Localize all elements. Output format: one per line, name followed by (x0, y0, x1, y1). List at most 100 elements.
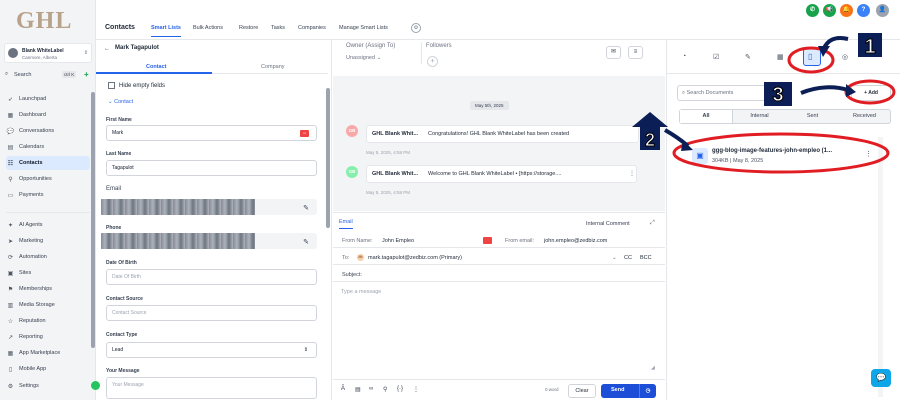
tab-all[interactable]: All (680, 110, 733, 123)
notes-pen-icon[interactable]: ✎ (745, 53, 751, 61)
checkbox[interactable] (108, 82, 115, 89)
clear-button[interactable]: Clear (568, 384, 596, 398)
left-panel-scrollbar[interactable] (91, 92, 95, 348)
chat-widget-icon[interactable]: 💬 (871, 369, 891, 387)
message-bubble[interactable]: GHL Blank Whit... Welcome to GHL Blank W… (366, 165, 637, 183)
tab-internal[interactable]: Internal (733, 110, 786, 123)
sidebar-item-launchpad[interactable]: ➶ Launchpad (6, 92, 90, 106)
sidebar-item-ai-agents[interactable]: ✦ AI Agents (6, 218, 90, 232)
tab-smart-lists[interactable]: Smart Lists (151, 25, 181, 37)
more-dots-icon[interactable]: ⋮ (865, 150, 872, 158)
activity-icon[interactable]: ◔ (682, 53, 686, 60)
send-button[interactable]: Send ◷ (601, 384, 656, 398)
document-search-input[interactable]: ⌕ Search Documents (677, 85, 776, 101)
sidebar-item-marketing[interactable]: ➤ Marketing (6, 234, 90, 248)
payments-icon[interactable]: ◎ (842, 53, 848, 61)
megaphone-icon[interactable]: 📢 (823, 4, 836, 17)
tab-internal-comment[interactable]: Internal Comment (586, 221, 630, 227)
owner-select[interactable]: Unassigned ⌄ (346, 55, 381, 61)
tab-received[interactable]: Received (838, 110, 891, 123)
tasks-check-icon[interactable]: ☑ (713, 53, 719, 61)
edit-pencil-icon[interactable]: ✎ (303, 202, 309, 216)
chevron-down-icon[interactable]: ⌄ (612, 255, 617, 261)
brand-logo[interactable]: GHL (16, 8, 72, 35)
section-contact-header[interactable]: ⌄ Contact (108, 99, 133, 105)
last-name-field[interactable]: Tagapulot (106, 160, 317, 176)
tab-companies[interactable]: Companies (298, 25, 326, 31)
edit-pencil-icon[interactable]: ✎ (303, 236, 309, 250)
from-email-value[interactable]: john.empleo@zedbiz.com (544, 238, 607, 244)
custom-values-icon[interactable]: {·} (397, 386, 403, 392)
sidebar-item-memberships[interactable]: ⚑ Memberships (6, 282, 90, 296)
add-follower-icon[interactable]: + (427, 56, 438, 67)
tab-email[interactable]: Email (339, 219, 353, 229)
contact-source-field[interactable]: Contact Source (106, 305, 317, 321)
help-icon[interactable]: ? (857, 4, 870, 17)
payments-icon: ▭ (7, 192, 14, 199)
subject-row[interactable]: Subject: (333, 269, 665, 282)
sidebar-item-mobile-app[interactable]: ▯ Mobile App (6, 362, 90, 376)
sidebar-item-calendars[interactable]: ▤ Calendars (6, 140, 90, 154)
sidebar-item-reporting[interactable]: ↗ Reporting (6, 330, 90, 344)
sidebar-item-dashboard[interactable]: ▦ Dashboard (6, 108, 90, 122)
more-dots-icon[interactable]: ⋮ (629, 170, 635, 177)
bcc-button[interactable]: BCC (640, 255, 652, 261)
filter-icon[interactable]: ≡ (628, 46, 643, 59)
your-message-field[interactable]: Your Message (106, 377, 317, 399)
tab-company[interactable]: Company (261, 64, 285, 70)
message-bubble[interactable]: GHL Blank Whit... Congratulations! GHL B… (366, 125, 639, 143)
contact-type-select[interactable]: Lead ⇕ (106, 342, 317, 358)
resize-handle-icon[interactable]: ◢ (651, 365, 655, 371)
attachment-icon[interactable]: ⚲ (383, 386, 387, 393)
sidebar-item-payments[interactable]: ▭ Payments (6, 188, 90, 202)
sidebar-item-opportunities[interactable]: ⚲ Opportunities (6, 172, 90, 186)
add-document-button[interactable]: + Add (851, 85, 891, 101)
tab-contact[interactable]: Contact (146, 64, 166, 70)
documents-scrollbar[interactable] (878, 137, 883, 397)
tab-tasks[interactable]: Tasks (271, 25, 285, 31)
back-arrow-icon[interactable]: ← (104, 46, 110, 52)
quick-add-icon[interactable]: + (84, 70, 89, 79)
sidebar-item-settings[interactable]: ⚙ Settings (6, 379, 90, 393)
tab-manage-smart-lists[interactable]: Manage Smart Lists (339, 25, 388, 31)
dob-field[interactable]: Date Of Birth (106, 269, 317, 285)
contact-panel-scrollbar[interactable] (326, 88, 330, 228)
tab-sent[interactable]: Sent (786, 110, 839, 123)
schedule-clock-icon[interactable]: ◷ (639, 384, 656, 398)
tab-bulk-actions[interactable]: Bulk Actions (193, 25, 223, 31)
phone-field[interactable]: ✎ (101, 233, 317, 249)
sidebar-item-reputation[interactable]: ☆ Reputation (6, 314, 90, 328)
message-input[interactable]: Type a message (341, 289, 381, 295)
sidebar-item-contacts[interactable]: ☷ Contacts (6, 156, 90, 170)
expand-icon[interactable]: ⤢ (650, 220, 655, 227)
first-name-field[interactable]: Mark ▭ (106, 125, 317, 141)
sidebar-item-conversations[interactable]: 💬 Conversations (6, 124, 90, 138)
sidebar-item-app-marketplace[interactable]: ▦ App Marketplace (6, 346, 90, 360)
autofill-icon[interactable]: ▭ (300, 130, 309, 137)
user-avatar[interactable]: 👤 (876, 4, 889, 17)
from-name-value[interactable]: John Empleo (382, 238, 414, 244)
sidebar-item-sites[interactable]: ▣ Sites (6, 266, 90, 280)
more-icon[interactable]: ⋯ (874, 53, 881, 61)
to-value[interactable]: mark.tagapulot@zedbiz.com (Primary) (368, 255, 462, 261)
phone-icon[interactable]: ✆ (806, 4, 819, 17)
settings-gear-icon[interactable]: ⚙ (411, 23, 421, 33)
template-icon[interactable]: ▤ (355, 386, 361, 393)
cc-button[interactable]: CC (624, 255, 632, 261)
account-switcher[interactable]: Blank WhiteLabel Canmore, Alberta ⇕ (4, 43, 92, 63)
bell-icon[interactable]: 🔔 (840, 4, 853, 17)
sidebar-item-media-storage[interactable]: ▥ Media Storage (6, 298, 90, 312)
documents-tab-button[interactable]: ▯ (803, 48, 821, 66)
text-format-icon[interactable]: Ā (341, 386, 345, 392)
mail-icon[interactable]: ✉ (606, 46, 621, 59)
more-options-icon[interactable]: ⋮ (413, 386, 419, 393)
document-item[interactable]: ▣ ggg-blog-image-features-john-empleo (1… (677, 143, 877, 171)
link-icon[interactable]: ∞ (369, 386, 373, 392)
email-field[interactable]: ✎ (101, 199, 317, 215)
autofill-icon[interactable] (483, 237, 492, 244)
sidebar-item-automation[interactable]: ⟳ Automation (6, 250, 90, 264)
calendar-icon[interactable]: ▦ (777, 53, 784, 61)
tab-restore[interactable]: Restore (239, 25, 258, 31)
hide-empty-fields-toggle[interactable]: Hide empty fields (108, 82, 165, 89)
sidebar-search[interactable]: ⌕ Search ctrl K (4, 70, 82, 81)
